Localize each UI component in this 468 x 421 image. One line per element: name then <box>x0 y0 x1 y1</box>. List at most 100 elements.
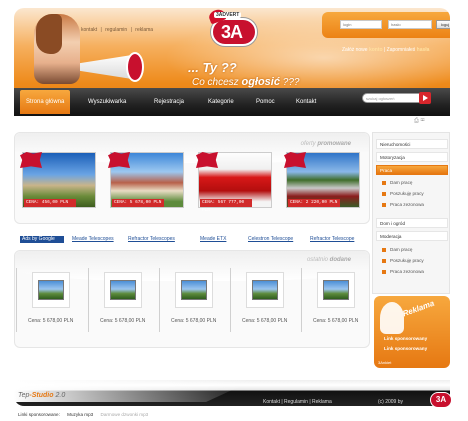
forgot-password-link[interactable]: hasła <box>417 47 430 53</box>
ad-link[interactable]: Celestron Telescope <box>248 236 293 242</box>
hair-shape <box>36 14 62 54</box>
offer-price: Cena: 5 678,00 PLN <box>171 318 217 324</box>
logo-part: Tep <box>18 392 30 399</box>
subcategory-item[interactable]: Dam pracę <box>382 180 412 185</box>
ad-link[interactable]: Refractor Telescope <box>310 236 354 242</box>
nav-contact[interactable]: Kontakt <box>296 99 316 105</box>
nav-help[interactable]: Pomoc <box>256 99 275 105</box>
logo-text: 3A <box>221 22 243 42</box>
link-regulamin[interactable]: regulamin <box>105 27 127 33</box>
subcategory-item[interactable]: Poszukuję pracy <box>382 258 424 263</box>
logo-part: -Studio <box>29 392 54 399</box>
divider-arrow <box>88 268 89 332</box>
category-moderacja[interactable]: Moderacja <box>376 231 448 241</box>
password-input[interactable] <box>388 20 432 29</box>
ad-link[interactable]: Meade ETX <box>200 236 226 242</box>
offer-price: Cena: 5 678,00 PLN <box>28 318 74 324</box>
sidebar-promo-banner[interactable]: Reklama Link sponsorowany Link sponsorow… <box>374 296 450 368</box>
recent-offer[interactable]: Cena: 5 678,00 PLN <box>171 272 223 324</box>
recent-offer[interactable]: Cena: 5 678,00 PLN <box>313 272 365 324</box>
title-strong: promowane <box>317 141 351 147</box>
category-motoryzacja[interactable]: Motoryzacja <box>376 152 448 162</box>
promoted-offer[interactable]: CENA: 567 777,00 PLN <box>196 152 272 213</box>
category-praca[interactable]: Praca <box>376 165 448 175</box>
offer-thumbnail <box>252 280 278 300</box>
offer-price: CENA: 2 220,00 PLN <box>288 199 340 207</box>
link-reklama[interactable]: reklama <box>135 27 153 33</box>
nav-home[interactable]: Strona główna <box>20 90 71 114</box>
ad-link[interactable]: Meade Telescopes <box>72 236 114 242</box>
offer-thumbnail <box>181 280 207 300</box>
promoted-title: oferty promowane <box>301 141 351 147</box>
subcategory-item[interactable]: Dam pracę <box>382 247 412 252</box>
nav-search[interactable]: Wyszukiwarka <box>88 99 126 105</box>
footer-links[interactable]: Kontakt | Regulamin | Reklama <box>263 399 332 405</box>
promo-heading: Reklama <box>401 298 436 319</box>
recent-title: ostatnio dodane <box>307 257 351 263</box>
login-button[interactable]: loguj <box>436 20 450 29</box>
slogan-line1: ... Ty ?? <box>188 60 237 75</box>
slogan-part: Co chcesz <box>192 77 242 88</box>
offer-thumbnail <box>110 280 136 300</box>
promo-badge-icon <box>108 152 130 168</box>
offer-price: Cena: 5 678,00 PLN <box>100 318 146 324</box>
subcategory-item[interactable]: Praca zezonowa <box>382 202 424 207</box>
sponsored-link[interactable]: Muzyka mp3 <box>67 412 93 417</box>
nav-register[interactable]: Rejestracja <box>154 99 184 105</box>
category-nieruchomosci[interactable]: Nieruchomości <box>376 139 448 149</box>
offer-price: CENA: 5 678,00 PLN <box>112 199 164 207</box>
search-arrow-icon[interactable] <box>419 92 431 104</box>
mail-icon[interactable]: ✉ <box>420 118 424 124</box>
offer-price: Cena: 5 678,00 PLN <box>242 318 288 324</box>
title-part: ostatnio <box>306 257 330 263</box>
promo-tag: 3Ankiet <box>378 360 392 365</box>
nav-categories[interactable]: Kategorie <box>208 99 234 105</box>
sponsored-link[interactable]: Link sponsorowany <box>384 346 427 351</box>
subcategory-item[interactable]: Praca zezonowa <box>382 269 424 274</box>
offer-thumbnail <box>38 280 64 300</box>
page: kontakt | regulamin | reklama 3A 3ADVERT… <box>0 0 468 421</box>
title-part: oferty <box>300 141 318 147</box>
offer-thumbnail <box>323 280 349 300</box>
offer-price: CENA: 456,00 PLN <box>24 199 76 207</box>
sponsored-links-bar: Linki sponsorowane: Muzyka mp3 Darmowe d… <box>18 412 154 417</box>
register-text: Załóż nowe <box>342 47 369 53</box>
megaphone-bell-icon <box>126 52 144 82</box>
separator: | <box>130 27 132 33</box>
subcategory-item[interactable]: Poszukuję pracy <box>382 191 424 196</box>
sponsored-label: Linki sponsorowane: <box>18 412 60 417</box>
slogan-part: ??? <box>279 77 300 88</box>
logo-subtext: 3ADVERT <box>214 12 242 18</box>
recent-offer[interactable]: Cena: 5 678,00 PLN <box>100 272 152 324</box>
slogan-strong: ogłosić <box>241 76 280 88</box>
site-logo[interactable]: 3A 3ADVERT <box>207 8 259 50</box>
promoted-offer[interactable]: CENA: 5 678,00 PLN <box>108 152 184 210</box>
logo-part: 2.0 <box>53 392 66 399</box>
recent-offer[interactable]: Cena: 5 678,00 PLN <box>28 272 80 324</box>
print-icon[interactable]: ⎙ <box>414 118 419 124</box>
divider-arrow <box>16 268 17 332</box>
ads-by-google-label[interactable]: Ads by Google <box>20 236 64 243</box>
slogan-line2: Co chcesz ogłosić ??? <box>192 76 299 88</box>
login-box: loguj <box>322 12 450 38</box>
link-kontakt[interactable]: kontakt <box>81 27 97 33</box>
promo-badge-icon <box>284 152 306 168</box>
ad-link[interactable]: Refractor Telescopes <box>128 236 175 242</box>
login-input[interactable] <box>340 20 382 29</box>
header-girl-image <box>34 14 80 84</box>
separator: | <box>100 27 102 33</box>
top-links: kontakt | regulamin | reklama <box>80 27 154 33</box>
promoted-offer[interactable]: CENA: 456,00 PLN <box>20 152 96 210</box>
promo-badge-icon <box>196 152 218 168</box>
footer-logo[interactable]: Tep-Studio 2.0 <box>18 392 65 399</box>
category-sidebar: Nieruchomości Motoryzacja Praca Dam prac… <box>372 132 450 294</box>
recent-offer[interactable]: Cena: 5 678,00 PLN <box>242 272 294 324</box>
footer-badge-logo[interactable]: 3A <box>430 392 452 408</box>
promoted-offer[interactable]: CENA: 2 220,00 PLN <box>284 152 360 210</box>
offer-price: Cena: 5 678,00 PLN <box>313 318 359 324</box>
category-dom-i-ogrod[interactable]: Dom i ogród <box>376 218 448 228</box>
register-link[interactable]: konto <box>369 47 383 53</box>
sponsored-link[interactable]: Darmowe dzwonki mp3 <box>101 412 149 417</box>
sponsored-link[interactable]: Link sponsorowany <box>384 336 427 341</box>
forgot-text: Zapomniałeś <box>386 47 417 53</box>
